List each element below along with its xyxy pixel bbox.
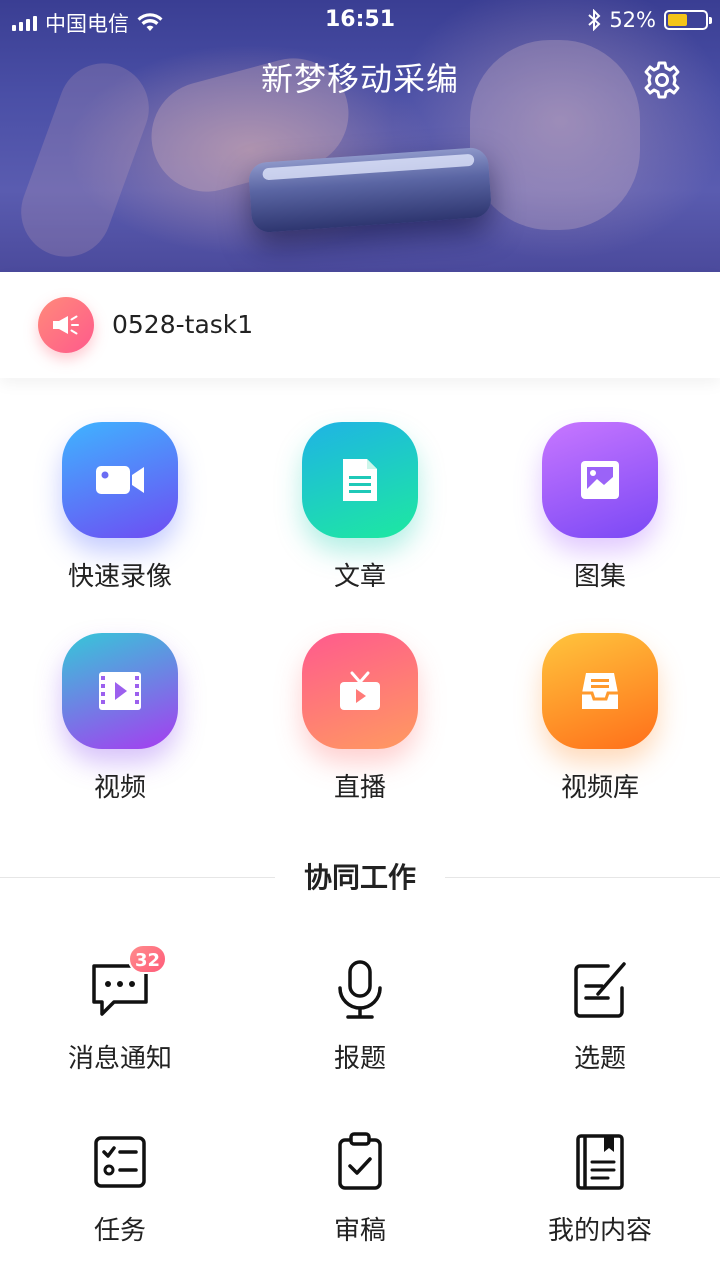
gear-icon (644, 61, 680, 99)
notice-bar[interactable]: 0528-task1 (0, 272, 720, 378)
document-icon (302, 422, 418, 538)
section-title: 协同工作 (275, 856, 445, 896)
feature-label: 文章 (333, 562, 386, 592)
work-my-content[interactable]: 我的内容 (480, 1130, 720, 1247)
unread-badge: 32 (128, 944, 168, 974)
checklist-icon (88, 1130, 152, 1194)
battery-percent: 52% (609, 8, 656, 32)
work-label: 任务 (93, 1216, 146, 1246)
app-title: 新梦移动采编 (260, 60, 459, 98)
message-icon: 32 (88, 944, 168, 1022)
work-label: 审稿 (333, 1216, 386, 1246)
clipboard-check-icon (328, 1130, 392, 1194)
notice-text: 0528-task1 (112, 310, 254, 339)
work-report-topic[interactable]: 报题 (240, 958, 480, 1075)
feature-video[interactable]: 视频 (0, 633, 240, 804)
work-select-topic[interactable]: 选题 (480, 958, 720, 1075)
status-bar: 中国电信 16:51 52% (0, 0, 720, 40)
settings-button[interactable] (640, 58, 684, 102)
image-icon (542, 422, 658, 538)
microphone-icon (328, 958, 392, 1022)
video-camera-icon (62, 422, 178, 538)
tv-icon (302, 633, 418, 749)
feature-label: 图集 (573, 562, 626, 592)
work-tasks[interactable]: 任务 (0, 1130, 240, 1247)
work-messages[interactable]: 32 消息通知 (0, 944, 240, 1075)
feature-quick-record[interactable]: 快速录像 (0, 422, 240, 593)
feature-article[interactable]: 文章 (240, 422, 480, 593)
header-banner: 中国电信 16:51 52% 新梦移动采编 (0, 0, 720, 272)
work-review[interactable]: 审稿 (240, 1130, 480, 1247)
feature-gallery[interactable]: 图集 (480, 422, 720, 593)
work-label: 消息通知 (67, 1044, 172, 1074)
archive-tray-icon (542, 633, 658, 749)
work-label: 我的内容 (547, 1216, 652, 1246)
notebook-icon (568, 1130, 632, 1194)
feature-label: 视频库 (560, 773, 639, 803)
feature-video-library[interactable]: 视频库 (480, 633, 720, 804)
edit-note-icon (568, 958, 632, 1022)
feature-live[interactable]: 直播 (240, 633, 480, 804)
feature-label: 视频 (93, 773, 146, 803)
work-label: 报题 (333, 1044, 386, 1074)
feature-label: 快速录像 (67, 562, 172, 592)
work-label: 选题 (573, 1044, 626, 1074)
bluetooth-icon (588, 9, 601, 31)
megaphone-icon (38, 297, 94, 353)
film-play-icon (62, 633, 178, 749)
feature-label: 直播 (333, 773, 386, 803)
battery-icon (664, 10, 712, 30)
